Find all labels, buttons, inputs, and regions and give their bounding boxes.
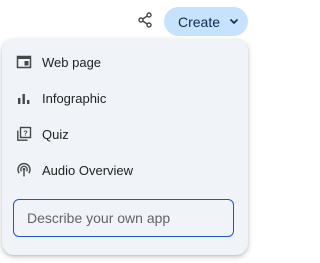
describe-app-input[interactable] — [13, 199, 234, 237]
create-button[interactable]: Create — [164, 7, 248, 36]
menu-item-web-page[interactable]: Web page — [2, 44, 248, 80]
chevron-down-icon — [229, 18, 239, 25]
create-button-label: Create — [178, 13, 221, 30]
menu-item-audio-overview[interactable]: Audio Overview — [2, 152, 248, 188]
menu-item-label: Infographic — [42, 90, 107, 106]
menu-item-label: Audio Overview — [42, 162, 134, 178]
quiz-icon: ? — [15, 125, 33, 143]
svg-text:?: ? — [23, 129, 28, 138]
menu-item-label: Web page — [42, 54, 102, 70]
top-bar: Create — [0, 0, 256, 40]
web-page-icon — [15, 53, 33, 71]
menu-item-quiz[interactable]: ? Quiz — [2, 116, 248, 152]
share-icon — [138, 12, 152, 28]
menu-item-infographic[interactable]: Infographic — [2, 80, 248, 116]
share-button[interactable] — [134, 9, 156, 31]
podcast-icon — [15, 161, 33, 179]
create-menu: Web page Infographic ? Quiz Audio Overvi… — [2, 39, 248, 255]
bar-chart-icon — [15, 89, 33, 107]
menu-item-label: Quiz — [42, 126, 69, 142]
